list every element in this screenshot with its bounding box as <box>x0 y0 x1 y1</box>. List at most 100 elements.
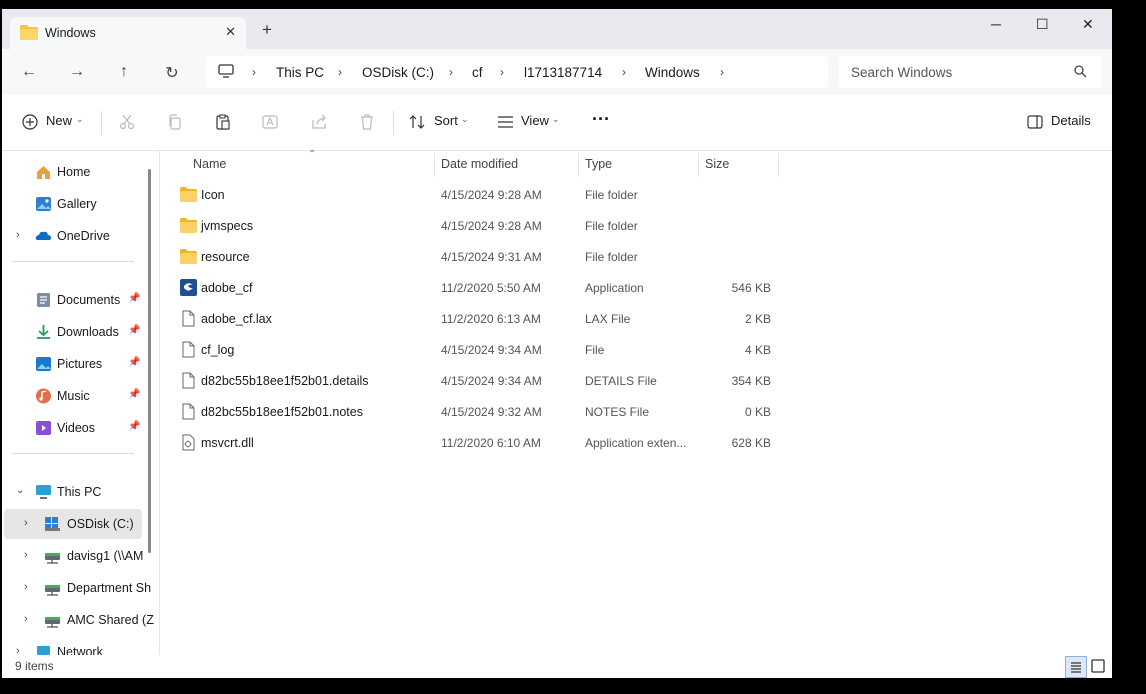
breadcrumb-cf[interactable]: cf <box>472 65 483 80</box>
tab-close-icon[interactable]: ✕ <box>225 24 236 40</box>
sidebar-item-network-drive[interactable]: › AMC Shared (Z <box>2 605 154 635</box>
chevron-right-icon[interactable]: › <box>24 581 28 593</box>
breadcrumb-l1713187714[interactable]: l1713187714 <box>524 65 602 80</box>
pin-icon: 📌 <box>128 421 141 432</box>
breadcrumb-separator[interactable]: › <box>622 65 626 79</box>
navigation-pane: Home Gallery › OneDrive Documents 📌 Down… <box>2 151 154 655</box>
sidebar-item-this-pc[interactable]: ⌄ This PC <box>2 477 142 507</box>
tab-title: Windows <box>45 26 96 40</box>
file-row-jvmspecs[interactable]: jvmspecs 4/15/2024 9:28 AM File folder <box>160 210 780 241</box>
sidebar-item-label: Music <box>57 389 90 403</box>
sidebar-item-network-drive[interactable]: › davisg1 (\\AM <box>2 541 143 571</box>
search-placeholder: Search Windows <box>851 65 953 80</box>
forward-button[interactable]: → <box>67 63 87 81</box>
new-button[interactable]: New <box>46 113 72 128</box>
breadcrumb-separator[interactable]: › <box>720 65 724 79</box>
pin-icon: 📌 <box>128 389 141 400</box>
breadcrumb-windows[interactable]: Windows <box>645 65 700 80</box>
copy-icon[interactable] <box>167 114 183 130</box>
sidebar-item-gallery[interactable]: Gallery <box>2 189 142 219</box>
chevron-down-icon[interactable]: ⌄ <box>552 114 560 125</box>
file-row-details[interactable]: d82bc55b18ee1f52b01.details 4/15/2024 9:… <box>160 365 780 396</box>
column-name[interactable]: Name <box>193 157 226 171</box>
chevron-down-icon[interactable]: ⌄ <box>16 485 24 496</box>
delete-icon[interactable] <box>359 114 375 130</box>
file-size: 628 KB <box>731 436 771 450</box>
chevron-right-icon[interactable]: › <box>24 613 28 625</box>
breadcrumb-osdisk[interactable]: OSDisk (C:) <box>362 65 434 80</box>
file-type: File folder <box>585 188 638 202</box>
file-row-adobe-cf[interactable]: adobe_cf 11/2/2020 5:50 AM Application 5… <box>160 272 780 303</box>
close-window-button[interactable]: ✕ <box>1082 16 1094 33</box>
column-size[interactable]: Size <box>705 157 729 171</box>
chevron-down-icon[interactable]: ⌄ <box>76 114 84 125</box>
breadcrumb-this-pc[interactable]: This PC <box>276 65 324 80</box>
breadcrumb-separator[interactable]: › <box>252 65 256 79</box>
more-options-button[interactable]: ··· <box>592 109 610 130</box>
folder-icon <box>180 218 197 233</box>
command-bar: New ⌄ Sort ⌄ View ⌄ ··· Details <box>2 95 1112 151</box>
divider <box>393 111 394 135</box>
column-date-modified[interactable]: Date modified <box>441 157 518 171</box>
sort-button[interactable]: Sort <box>434 113 458 128</box>
file-row-adobe-cf-lax[interactable]: adobe_cf.lax 11/2/2020 6:13 AM LAX File … <box>160 303 780 334</box>
column-divider[interactable] <box>578 153 579 177</box>
search-box[interactable]: Search Windows <box>839 56 1101 88</box>
column-divider[interactable] <box>778 153 779 177</box>
sidebar-item-onedrive[interactable]: › OneDrive <box>2 221 142 251</box>
videos-icon <box>36 421 51 435</box>
sidebar-item-network-drive[interactable]: › Department Sh <box>2 573 151 603</box>
file-row-msvcrt-dll[interactable]: msvcrt.dll 11/2/2020 6:10 AM Application… <box>160 427 780 458</box>
new-tab-button[interactable]: + <box>262 20 272 40</box>
refresh-button[interactable]: ↻ <box>162 63 182 83</box>
maximize-button[interactable]: ☐ <box>1036 16 1049 33</box>
chevron-right-icon[interactable]: › <box>24 549 28 561</box>
file-icon <box>182 341 195 358</box>
chevron-down-icon[interactable]: ⌄ <box>461 114 469 125</box>
paste-icon[interactable] <box>215 114 231 130</box>
column-divider[interactable] <box>434 153 435 177</box>
back-button[interactable]: ← <box>19 63 39 81</box>
tab-windows[interactable]: Windows ✕ <box>10 17 246 49</box>
file-type: Application <box>585 281 644 295</box>
file-name: Icon <box>201 188 225 202</box>
file-row-notes[interactable]: d82bc55b18ee1f52b01.notes 4/15/2024 9:32… <box>160 396 780 427</box>
column-type[interactable]: Type <box>585 157 612 171</box>
share-icon[interactable] <box>311 114 327 130</box>
breadcrumb-separator[interactable]: › <box>338 65 342 79</box>
chevron-right-icon[interactable]: › <box>24 517 28 529</box>
sidebar-item-home[interactable]: Home <box>2 157 142 187</box>
chevron-right-icon[interactable]: › <box>16 229 20 241</box>
sidebar-item-downloads[interactable]: Downloads 📌 <box>2 317 142 347</box>
file-row-icon[interactable]: Icon 4/15/2024 9:28 AM File folder <box>160 179 780 210</box>
sidebar-scrollbar[interactable] <box>148 169 151 553</box>
rename-icon[interactable] <box>262 114 278 130</box>
application-icon <box>180 279 197 296</box>
column-divider[interactable] <box>698 153 699 177</box>
sidebar-item-documents[interactable]: Documents 📌 <box>2 285 142 315</box>
network-drive-icon <box>45 553 60 564</box>
file-icon <box>182 372 195 389</box>
file-row-resource[interactable]: resource 4/15/2024 9:31 AM File folder <box>160 241 780 272</box>
sidebar-item-music[interactable]: Music 📌 <box>2 381 142 411</box>
sidebar-item-videos[interactable]: Videos 📌 <box>2 413 142 443</box>
large-icons-view-icon[interactable] <box>1088 656 1108 676</box>
view-button[interactable]: View <box>521 113 549 128</box>
network-icon <box>37 646 50 655</box>
file-size: 354 KB <box>731 374 771 388</box>
details-view-icon[interactable] <box>1065 656 1087 678</box>
sidebar-item-osdisk[interactable]: › OSDisk (C:) <box>4 509 142 539</box>
minimize-button[interactable]: ─ <box>991 16 1001 32</box>
file-row-cf-log[interactable]: cf_log 4/15/2024 9:34 AM File 4 KB <box>160 334 780 365</box>
breadcrumb-separator[interactable]: › <box>500 65 504 79</box>
file-name: d82bc55b18ee1f52b01.details <box>201 374 369 388</box>
details-button[interactable]: Details <box>1051 113 1091 128</box>
chevron-right-icon[interactable]: › <box>16 645 20 655</box>
up-button[interactable]: ↑ <box>114 63 134 81</box>
sidebar-item-pictures[interactable]: Pictures 📌 <box>2 349 142 379</box>
sidebar-item-label: OSDisk (C:) <box>67 517 134 531</box>
breadcrumb-separator[interactable]: › <box>449 65 453 79</box>
sidebar-item-network[interactable]: › Network <box>2 637 142 655</box>
cut-icon[interactable] <box>119 114 135 130</box>
address-bar[interactable]: › This PC › OSDisk (C:) › cf › l17131877… <box>206 56 828 88</box>
